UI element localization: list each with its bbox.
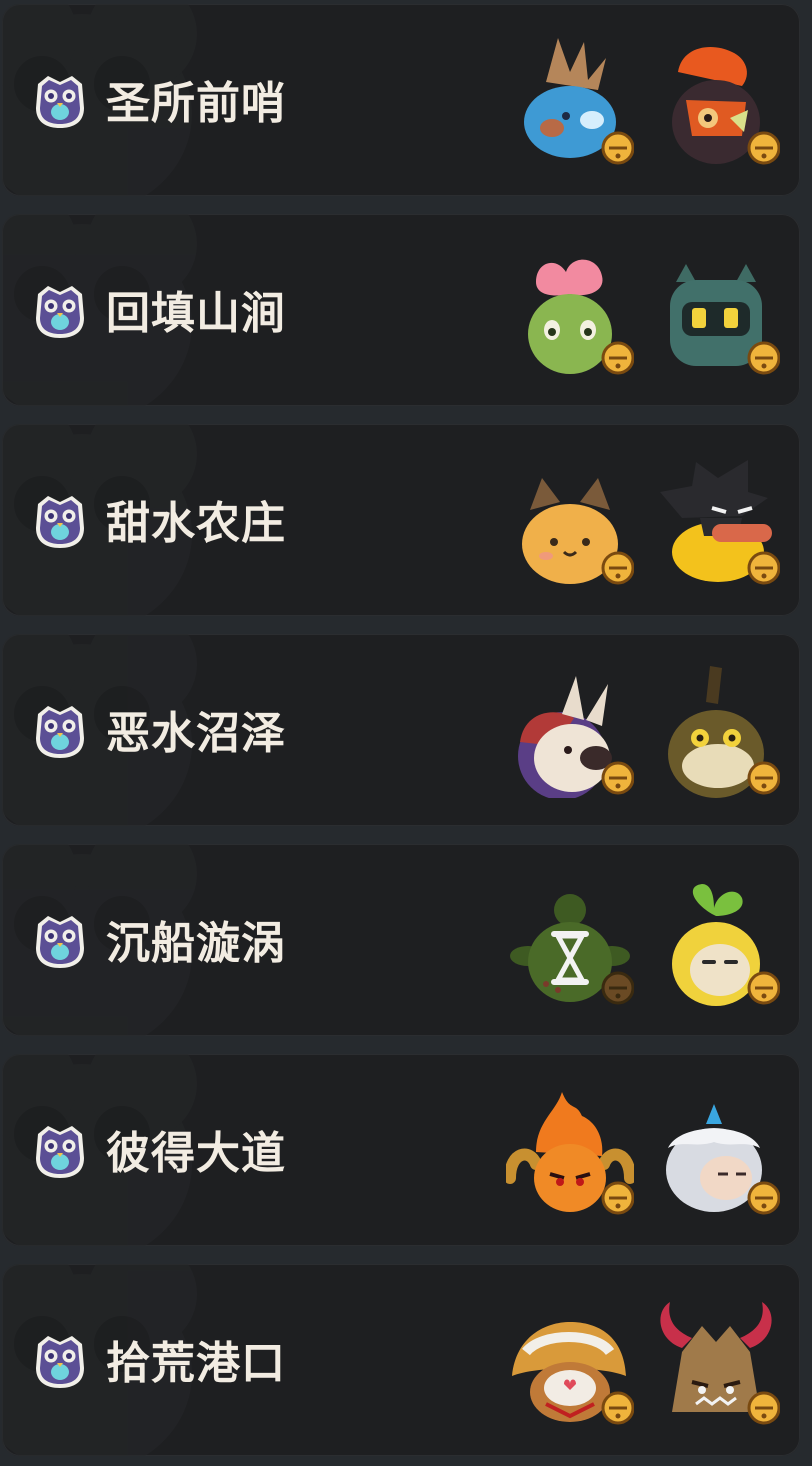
region-row[interactable]: 彼得大道 (2, 1054, 800, 1246)
red-bird-pet-icon[interactable] (652, 32, 780, 168)
owl-icon (36, 496, 84, 548)
region-name: 恶水沼泽 (106, 708, 286, 759)
olive-beetle-pet-icon[interactable] (652, 662, 780, 798)
owl-icon (36, 76, 84, 128)
region-name: 圣所前哨 (106, 78, 286, 129)
horned-dragon-pet-icon[interactable] (652, 1292, 780, 1428)
region-row[interactable]: 沉船漩涡 (2, 844, 800, 1036)
region-list: 圣所前哨 回填山涧 甜水农庄 恶水沼泽 沉船漩涡 彼得大道 拾荒港口 (0, 0, 812, 1466)
region-row[interactable]: 恶水沼泽 (2, 634, 800, 826)
owl-icon (36, 286, 84, 338)
region-row[interactable]: 拾荒港口 (2, 1264, 800, 1456)
region-name: 甜水农庄 (106, 498, 286, 549)
straw-hat-pet-icon[interactable] (506, 1292, 634, 1428)
region-name: 拾荒港口 (106, 1338, 286, 1389)
white-ghost-pet-icon[interactable] (652, 1082, 780, 1218)
black-duck-pet-icon[interactable] (652, 452, 780, 588)
green-sprout-pet-icon[interactable] (506, 872, 634, 1008)
region-name: 彼得大道 (106, 1128, 286, 1179)
owl-icon (36, 1336, 84, 1388)
teal-robot-pet-icon[interactable] (652, 242, 780, 378)
owl-icon (36, 916, 84, 968)
orange-cat-pet-icon[interactable] (506, 452, 634, 588)
region-name: 回填山涧 (106, 288, 286, 339)
region-row[interactable]: 圣所前哨 (2, 4, 800, 196)
yellow-sprout-pet-icon[interactable] (652, 872, 780, 1008)
region-row[interactable]: 回填山涧 (2, 214, 800, 406)
blue-feather-pet-icon[interactable] (506, 32, 634, 168)
owl-icon (36, 1126, 84, 1178)
green-frog-pet-icon[interactable] (506, 242, 634, 378)
region-name: 沉船漩涡 (106, 918, 286, 969)
fire-pet-icon[interactable] (506, 1082, 634, 1218)
owl-icon (36, 706, 84, 758)
bunny-pet-icon[interactable] (506, 662, 634, 798)
region-row[interactable]: 甜水农庄 (2, 424, 800, 616)
